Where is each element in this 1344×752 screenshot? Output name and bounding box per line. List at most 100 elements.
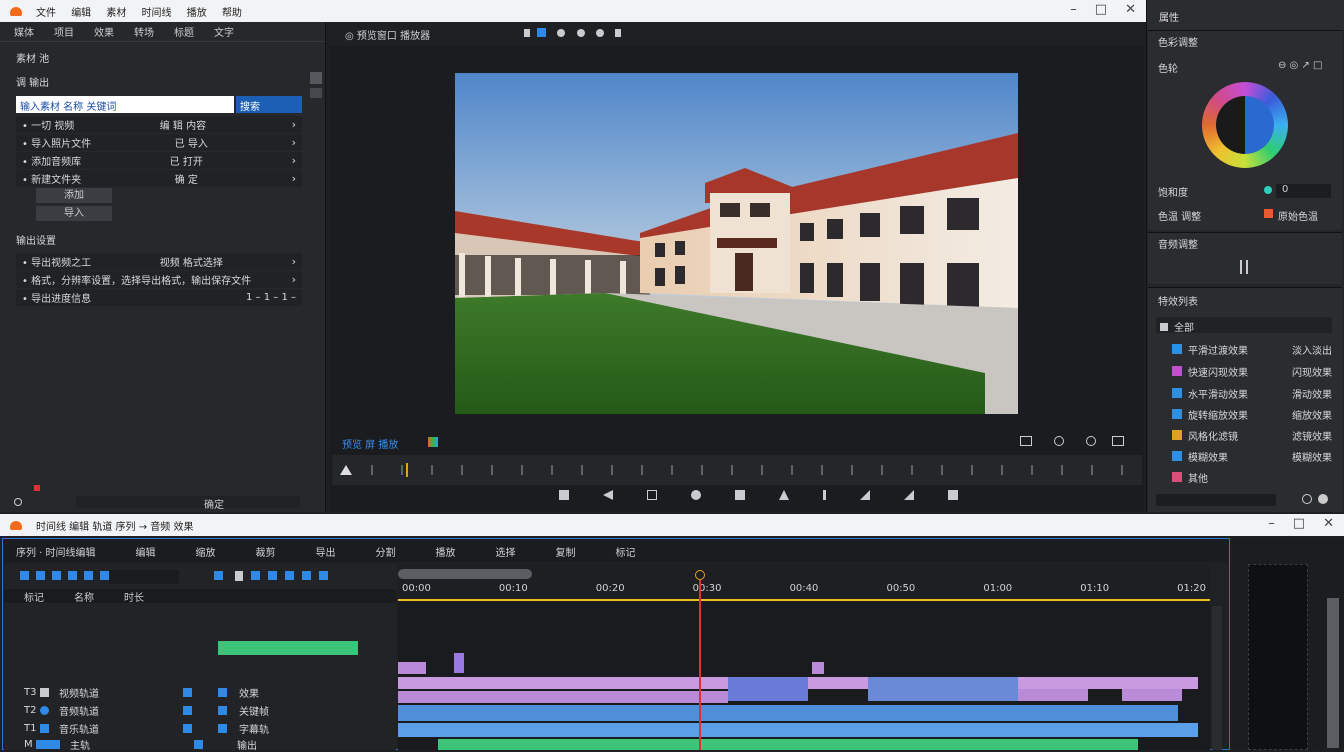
split-icon[interactable] [823,490,826,500]
safe-area-icon[interactable] [595,29,604,37]
playhead-handle-icon[interactable] [695,570,705,580]
clip-title[interactable] [398,662,426,674]
saturation-input[interactable]: 0 [1276,184,1331,198]
tool-icon[interactable] [251,571,260,580]
menu-file[interactable]: 文件 [36,8,56,19]
effects-scrollbar[interactable] [1156,494,1276,506]
time-ruler[interactable]: 00:00 00:10 00:20 00:30 00:40 00:50 01:0… [398,565,1210,601]
track-tool-icon[interactable] [84,571,93,580]
clip-title[interactable] [454,653,464,673]
menu-edit[interactable]: 编辑 [71,8,91,19]
loop-icon[interactable] [1086,436,1096,446]
effect-item[interactable]: 模糊效果 模糊效果 [1172,447,1332,465]
track-tool-icon[interactable] [68,571,77,580]
list-item[interactable]: • 一切 视频 编 辑 内容 › [16,116,302,133]
track-lock-icon[interactable] [40,687,49,697]
track-fx-icon[interactable] [183,687,192,697]
scroll-up-icon[interactable] [310,72,322,84]
settings-icon[interactable] [615,29,622,37]
view-mode-icon[interactable] [537,28,547,37]
play-icon[interactable] [691,490,701,500]
audio-level-icon[interactable] [1240,260,1248,274]
tab-zoom[interactable]: 缩放 [196,544,216,559]
minimize-button[interactable]: – [1268,516,1275,531]
import-button[interactable]: 导入 [36,206,112,221]
timeline-scrollbar[interactable] [1212,606,1222,750]
tab-text[interactable]: 文字 [214,24,234,39]
zoom-icon[interactable] [557,29,566,37]
tab-sequence[interactable]: 序列 · 时间线编辑 [16,544,96,559]
clip-video[interactable] [728,677,808,701]
add-button[interactable]: 添加 [36,188,112,203]
tab-copy[interactable]: 复制 [556,544,576,559]
track-fx-icon[interactable] [218,705,227,715]
pause-icon[interactable] [735,490,745,500]
color-wheel[interactable] [1202,82,1288,168]
footer-field[interactable]: 确定 [76,496,300,511]
track-fx-icon[interactable] [183,723,192,733]
clip-music[interactable] [438,739,1138,750]
track-tool-icon[interactable] [36,571,45,580]
track-tool-icon[interactable] [20,571,29,580]
track-row[interactable]: T3 视频轨道 效果 [4,683,396,701]
effect-item[interactable]: 水平滑动效果 滑动效果 [1172,384,1332,402]
color-tools[interactable]: ⊖ ◎ ↗ □ [1278,60,1322,71]
minimize-button[interactable]: – [1070,2,1077,17]
fullscreen-icon[interactable] [1020,436,1032,446]
track-tool-icon[interactable] [100,571,109,580]
tab-play[interactable]: 播放 [436,544,456,559]
list-item[interactable]: • 导入照片文件 已 导入 › [16,134,302,151]
list-item[interactable]: • 格式，分辨率设置，选择导出格式，输出保存文件 › [16,271,302,288]
effect-item[interactable]: 快速闪现效果 闪现效果 [1172,362,1332,380]
clip-audio[interactable] [398,705,1178,721]
record-icon[interactable] [14,498,22,506]
scrub-bar[interactable] [332,455,1142,485]
tab-effects[interactable]: 效果 [94,24,114,39]
clip-video[interactable] [1018,689,1088,701]
list-item[interactable]: • 导出视频之工 视频 格式选择 › [16,253,302,270]
tab-transitions[interactable]: 转场 [134,24,154,39]
effect-item[interactable]: 平滑过渡效果 淡入淡出 [1172,340,1332,358]
track-fx-icon[interactable] [218,687,227,697]
track-row[interactable]: M 主轨 输出 [4,737,396,752]
track-fx-icon[interactable] [194,739,203,749]
track-tool-icon[interactable] [52,571,61,580]
tool-icon[interactable] [268,571,277,580]
search-input[interactable]: 输入素材 名称 关键词 [16,96,234,113]
stop-icon[interactable] [647,490,657,500]
mark-in-icon[interactable] [779,490,789,500]
track-row[interactable]: T2 音频轨道 关键帧 [4,701,396,719]
effect-item[interactable]: 其他 [1172,468,1332,486]
mark-out-icon[interactable] [860,490,870,500]
scroll-down-icon[interactable] [310,88,322,98]
scopes-scrollbar[interactable] [1327,598,1339,748]
tab-media[interactable]: 媒体 [14,24,34,39]
tab-select[interactable]: 选择 [496,544,516,559]
track-audio-icon[interactable] [40,723,49,733]
step-back-icon[interactable] [603,490,613,500]
effect-item[interactable]: 风格化滤镜 滤镜效果 [1172,426,1332,444]
effect-item[interactable]: 旋转缩放效果 缩放效果 [1172,405,1332,423]
snapshot-icon[interactable] [1054,436,1064,446]
settings-icon[interactable] [1318,494,1328,504]
step-forward-icon[interactable] [904,490,914,500]
track-master-icon[interactable] [36,739,60,749]
fit-icon[interactable] [576,29,585,37]
track-fx-icon[interactable] [183,705,192,715]
playhead[interactable] [699,580,701,750]
go-end-icon[interactable] [948,490,958,500]
tool-icon[interactable] [302,571,311,580]
maximize-button[interactable]: □ [1095,2,1107,17]
tab-titles[interactable]: 标题 [174,24,194,39]
search-button[interactable]: 搜索 [236,96,302,113]
clip-title[interactable] [812,662,824,674]
menu-play[interactable]: 播放 [187,8,207,19]
refresh-icon[interactable] [1302,494,1312,504]
timecode-field[interactable] [109,570,179,584]
clip-audio[interactable] [398,723,1198,737]
list-item[interactable]: • 新建文件夹 确 定 › [16,170,302,187]
effects-filter[interactable]: 全部 [1156,317,1332,334]
tab-export[interactable]: 导出 [316,544,336,559]
tab-edit[interactable]: 编辑 [136,544,156,559]
tab-project[interactable]: 项目 [54,24,74,39]
